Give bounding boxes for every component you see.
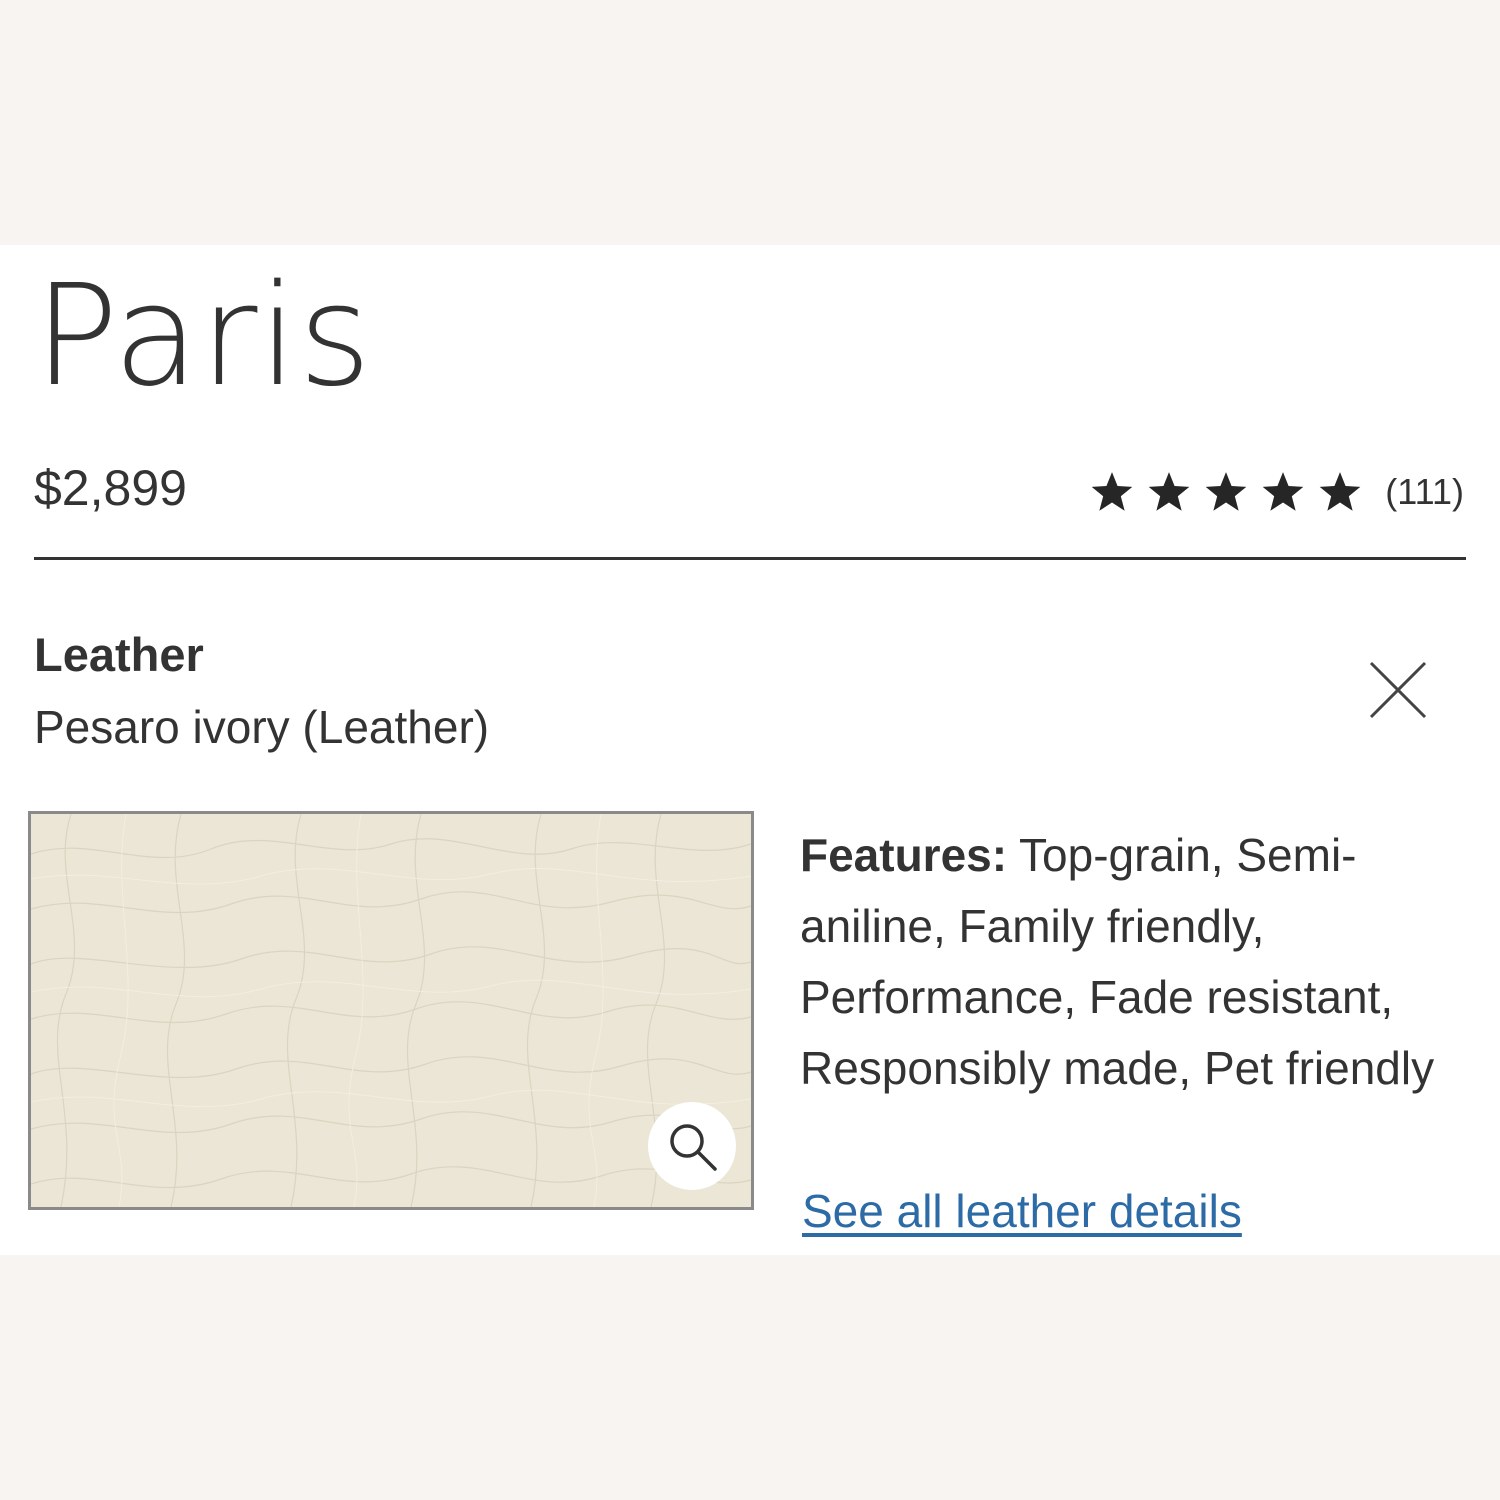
rating-summary[interactable]: (111) xyxy=(1089,462,1464,522)
material-section-label: Leather xyxy=(34,628,204,681)
features-label: Features: xyxy=(800,829,1008,881)
selected-material-value: Pesaro ivory (Leather) xyxy=(34,701,490,753)
product-title: Paris xyxy=(34,255,373,418)
star-rating xyxy=(1089,469,1363,515)
see-leather-details-link[interactable]: See all leather details xyxy=(802,1181,1242,1241)
features-text: Features: Top-grain, Semi-aniline, Famil… xyxy=(800,820,1460,1104)
zoom-button[interactable] xyxy=(648,1102,736,1190)
magnifier-icon xyxy=(670,1124,717,1171)
close-button[interactable] xyxy=(1358,650,1438,730)
star-icon xyxy=(1319,472,1361,511)
product-price: $2,899 xyxy=(34,460,187,516)
leather-texture xyxy=(31,814,751,1207)
star-icon xyxy=(1205,472,1247,511)
review-count[interactable]: (111) xyxy=(1385,470,1464,514)
star-icon xyxy=(1262,472,1304,511)
star-icon xyxy=(1091,472,1133,511)
leather-swatch[interactable] xyxy=(28,811,754,1210)
close-icon xyxy=(1369,661,1427,719)
star-icon xyxy=(1148,472,1190,511)
divider xyxy=(34,557,1466,560)
